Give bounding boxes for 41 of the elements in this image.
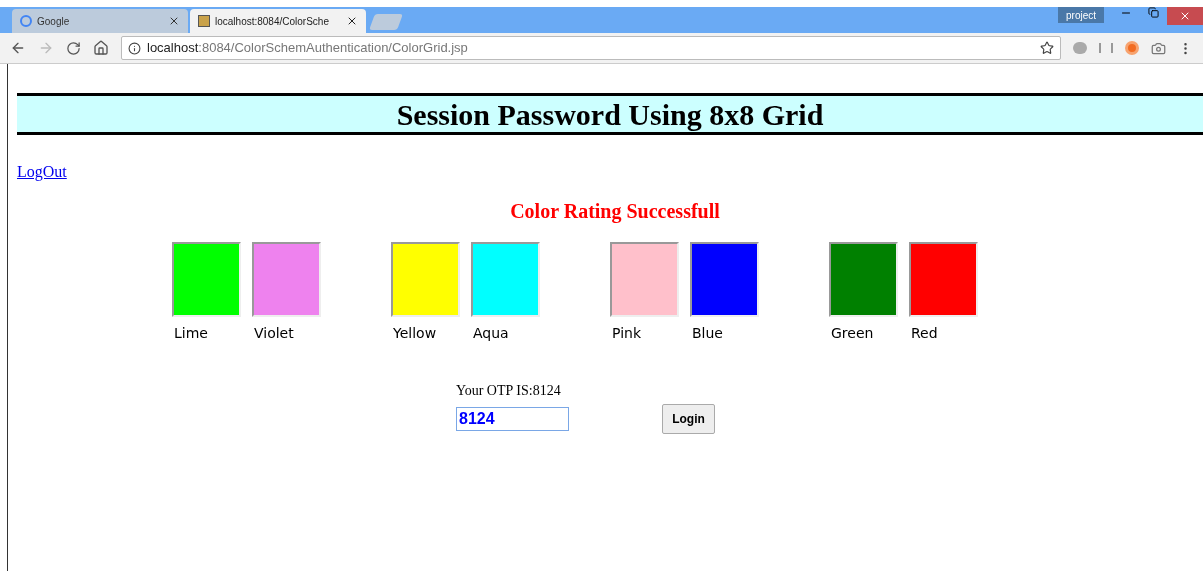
color-swatch[interactable] <box>909 242 978 317</box>
profile-badge[interactable]: project <box>1058 7 1104 23</box>
color-swatch[interactable] <box>610 242 679 317</box>
browser-tab[interactable]: Google <box>12 9 188 33</box>
color-swatch[interactable] <box>172 242 241 317</box>
tab-title: localhost:8084/ColorSche <box>215 14 330 29</box>
tab-title: Google <box>37 14 71 29</box>
color-label: Blue <box>692 324 724 343</box>
logout-link[interactable]: LogOut <box>17 163 67 180</box>
close-icon[interactable] <box>346 15 358 27</box>
color-swatch[interactable] <box>829 242 898 317</box>
bookmark-star-icon[interactable] <box>1040 41 1054 55</box>
color-label: Violet <box>254 324 295 343</box>
page-favicon-icon <box>198 15 210 27</box>
color-label: Red <box>911 324 939 343</box>
color-label: Pink <box>612 324 642 343</box>
color-swatch[interactable] <box>391 242 460 317</box>
color-swatch[interactable] <box>252 242 321 317</box>
otp-input[interactable]: 8124 <box>456 407 569 431</box>
color-label: Yellow <box>393 324 438 343</box>
color-label: Aqua <box>473 324 510 343</box>
browser-tab[interactable]: localhost:8084/ColorSche <box>190 9 366 33</box>
color-swatch[interactable] <box>690 242 759 317</box>
home-icon[interactable] <box>93 40 109 56</box>
close-icon <box>1179 10 1191 22</box>
camera-icon[interactable] <box>1151 40 1166 56</box>
url-text: localhost:8084/ColorSchemAuthentication/ColorGrid.jsp <box>147 39 469 58</box>
page-title: Session Password Using 8x8 Grid <box>396 96 824 133</box>
color-swatch[interactable] <box>471 242 540 317</box>
otp-label: Your OTP IS:8124 <box>456 382 562 400</box>
info-icon <box>128 41 141 55</box>
close-icon[interactable] <box>168 15 180 27</box>
reload-icon[interactable] <box>66 40 81 56</box>
color-label: Lime <box>174 324 209 343</box>
status-message: Color Rating Successfull <box>510 199 720 225</box>
google-logo-icon <box>20 15 32 27</box>
back-icon[interactable] <box>10 40 26 56</box>
login-button[interactable]: Login <box>662 404 715 434</box>
address-bar[interactable]: localhost:8084/ColorSchemAuthentication/ColorGrid.jsp <box>121 36 1061 60</box>
restore-icon[interactable] <box>1148 7 1159 18</box>
color-label: Green <box>831 324 875 343</box>
